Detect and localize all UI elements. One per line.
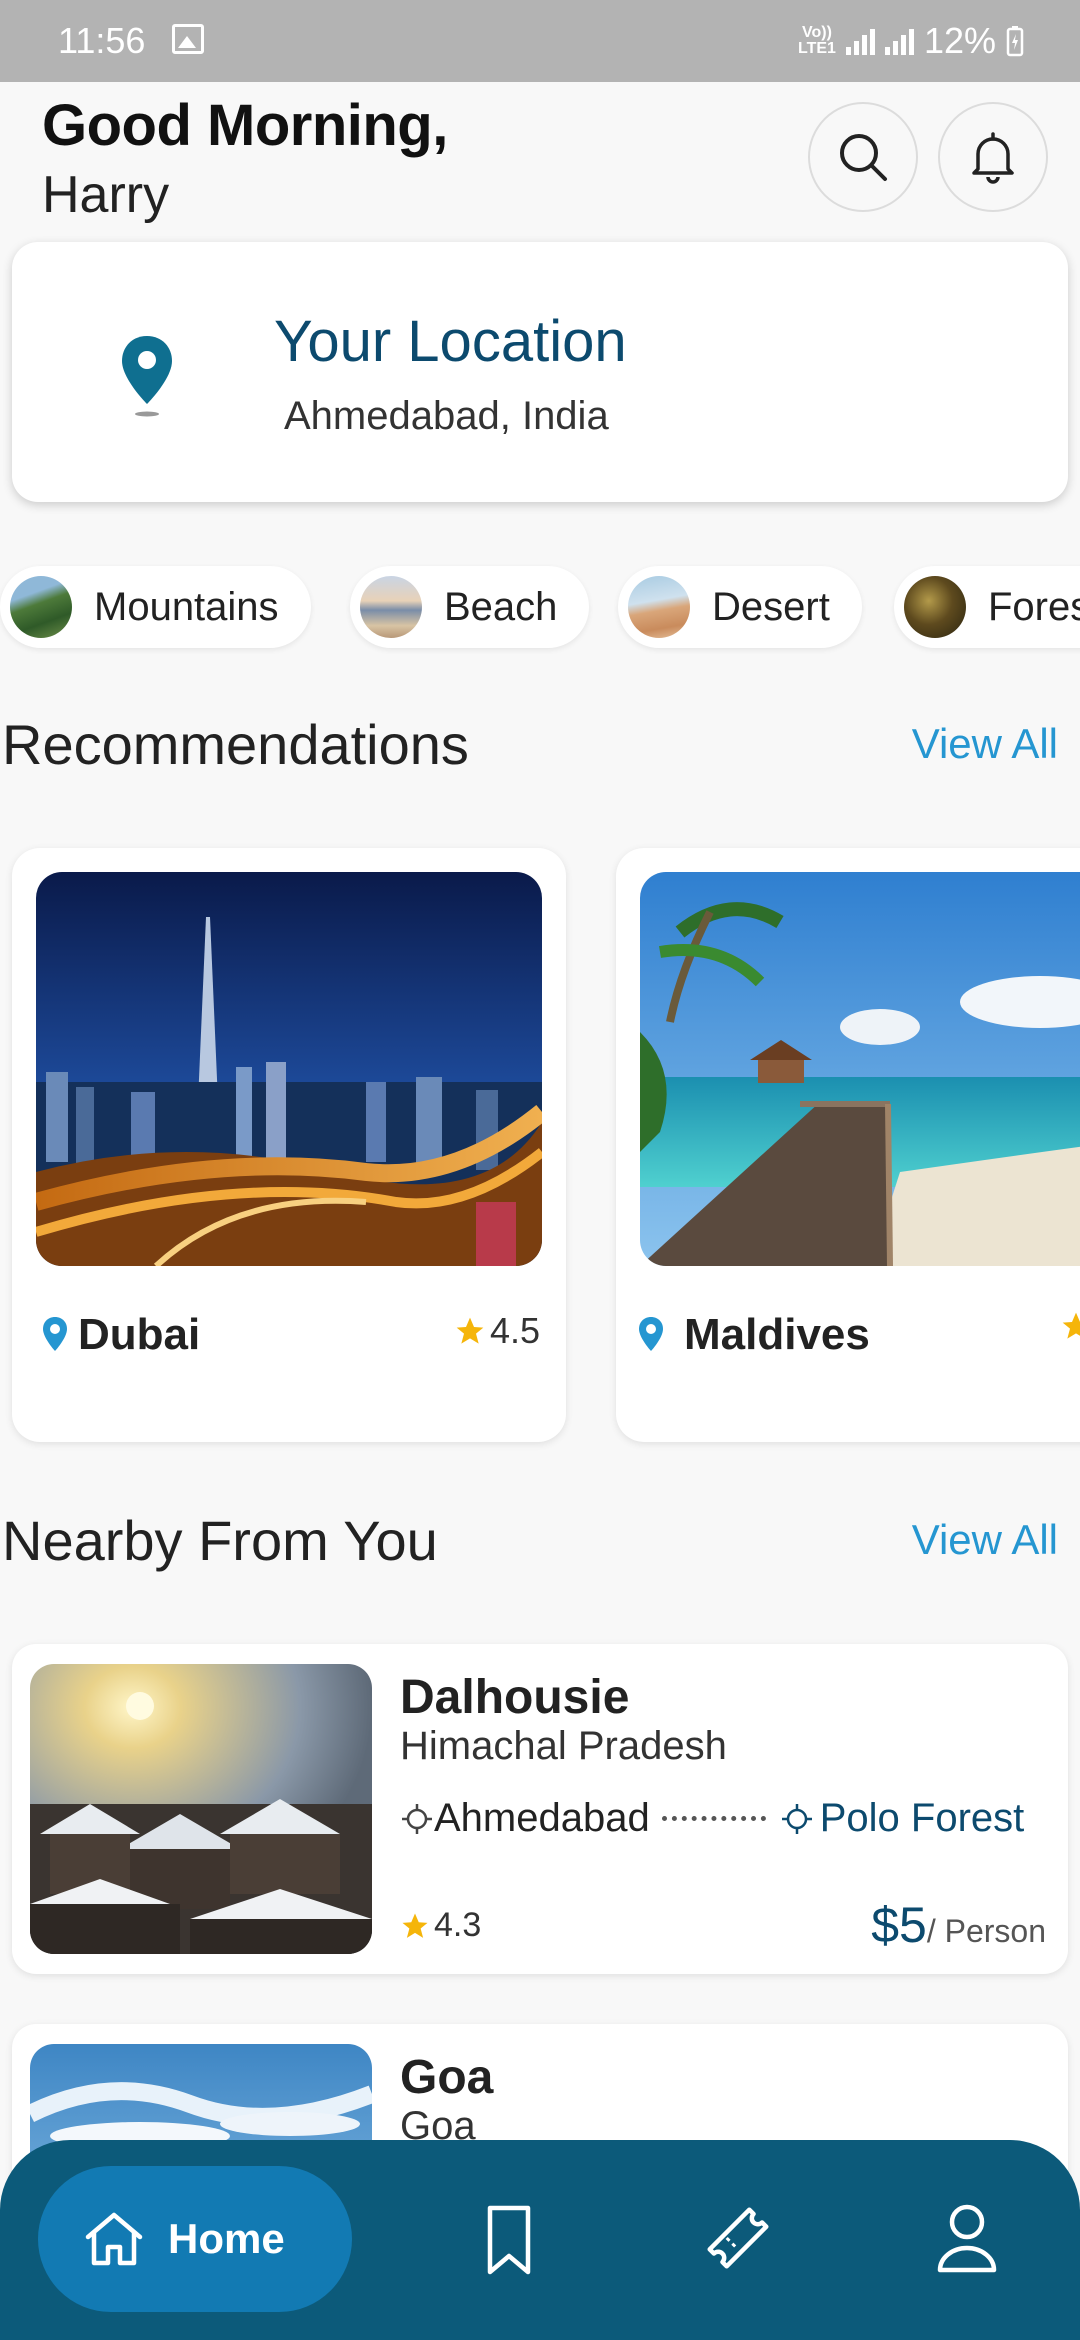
nearby-title: Nearby From You (2, 1509, 438, 1572)
category-desert[interactable]: Desert (618, 566, 862, 648)
price-unit: / Person (926, 1913, 1046, 1949)
nearby-view-all-link[interactable]: View All (912, 1516, 1058, 1564)
battery-percentage: 12% (923, 20, 996, 61)
place-name: Dubai (78, 1310, 201, 1359)
category-mountains[interactable]: Mountains (0, 566, 311, 648)
nav-home[interactable]: Home (38, 2166, 352, 2312)
recommendations-view-all-link[interactable]: View All (912, 720, 1058, 768)
price-amount: $5 (871, 1897, 927, 1953)
route-to: Polo Forest (819, 1796, 1025, 1840)
search-button[interactable] (808, 102, 918, 212)
location-pin-icon (639, 1317, 663, 1351)
bookmark-icon (487, 2205, 531, 2275)
category-label: Mountains (94, 584, 279, 629)
recommendation-card-dubai[interactable]: Dubai 4.5 (12, 848, 566, 1442)
rating (1060, 1310, 1080, 1342)
dubai-photo (36, 872, 542, 1266)
status-time: 11:56 (58, 20, 146, 61)
rating: 4.5 (454, 1310, 540, 1352)
forest-thumbnail (904, 576, 966, 638)
price: $5/ Person (871, 1896, 1046, 1954)
place-state: Himachal Pradesh (400, 1724, 727, 1768)
nav-profile[interactable] (934, 2200, 1000, 2281)
rating-value: 4.3 (434, 1906, 482, 1944)
location-card[interactable]: Your Location Ahmedabad, India (12, 242, 1068, 502)
location-value: Ahmedabad, India (284, 394, 609, 438)
route-from: Ahmedabad (434, 1796, 650, 1840)
category-forest[interactable]: Fores (894, 566, 1080, 648)
location-pin-icon (43, 1317, 67, 1351)
mountains-thumbnail (10, 576, 72, 638)
bottom-navigation: Home (0, 2140, 1080, 2340)
category-beach[interactable]: Beach (350, 566, 590, 648)
gallery-notification-icon (172, 24, 204, 54)
nearby-card-dalhousie[interactable]: Dalhousie Himachal Pradesh Ahmedabad Pol… (12, 1644, 1068, 1974)
route-dots (661, 1816, 766, 1821)
category-label: Fores (988, 584, 1080, 629)
status-bar: 11:56 Vo)) LTE1 12% (0, 0, 1080, 82)
nav-tickets[interactable] (700, 2200, 776, 2281)
crosshair-icon (781, 1803, 812, 1834)
place-name: Dalhousie (400, 1671, 630, 1724)
star-icon (1062, 1312, 1080, 1339)
maldives-photo (640, 872, 1080, 1266)
ticket-icon (707, 2207, 769, 2269)
category-label: Beach (444, 584, 558, 629)
user-icon (937, 2204, 997, 2273)
nav-home-label: Home (168, 2215, 285, 2262)
rating: 4.3 (400, 1906, 481, 1945)
home-icon (85, 2212, 143, 2266)
place-name: Goa (400, 2051, 494, 2104)
crosshair-icon (402, 1803, 432, 1834)
category-label: Desert (712, 584, 830, 629)
user-name: Harry (42, 166, 170, 224)
recommendation-card-maldives[interactable]: Maldives (616, 848, 1080, 1442)
route: Ahmedabad Polo Forest (400, 1796, 1024, 1841)
volte-icon: Vo)) LTE1 (798, 24, 836, 57)
signal-icon-2 (884, 27, 914, 55)
desert-thumbnail (628, 576, 690, 638)
status-indicators: Vo)) LTE1 12% (798, 20, 1024, 62)
search-icon (840, 134, 887, 181)
dalhousie-photo (30, 1664, 372, 1954)
nav-saved[interactable] (478, 2200, 540, 2285)
bell-icon (972, 132, 1014, 184)
rating-value: 4.5 (489, 1310, 540, 1351)
recommendations-title: Recommendations (2, 713, 469, 776)
place-name: Maldives (684, 1310, 870, 1359)
star-icon (456, 1317, 484, 1344)
star-icon (402, 1913, 428, 1938)
signal-icon (845, 27, 875, 55)
location-title: Your Location (274, 309, 627, 374)
greeting-title: Good Morning, (42, 93, 448, 158)
greeting: Good Morning, Harry (42, 92, 448, 225)
beach-thumbnail (360, 576, 422, 638)
notifications-button[interactable] (938, 102, 1048, 212)
battery-charging-icon (1006, 26, 1024, 57)
location-pin-icon (122, 336, 172, 417)
